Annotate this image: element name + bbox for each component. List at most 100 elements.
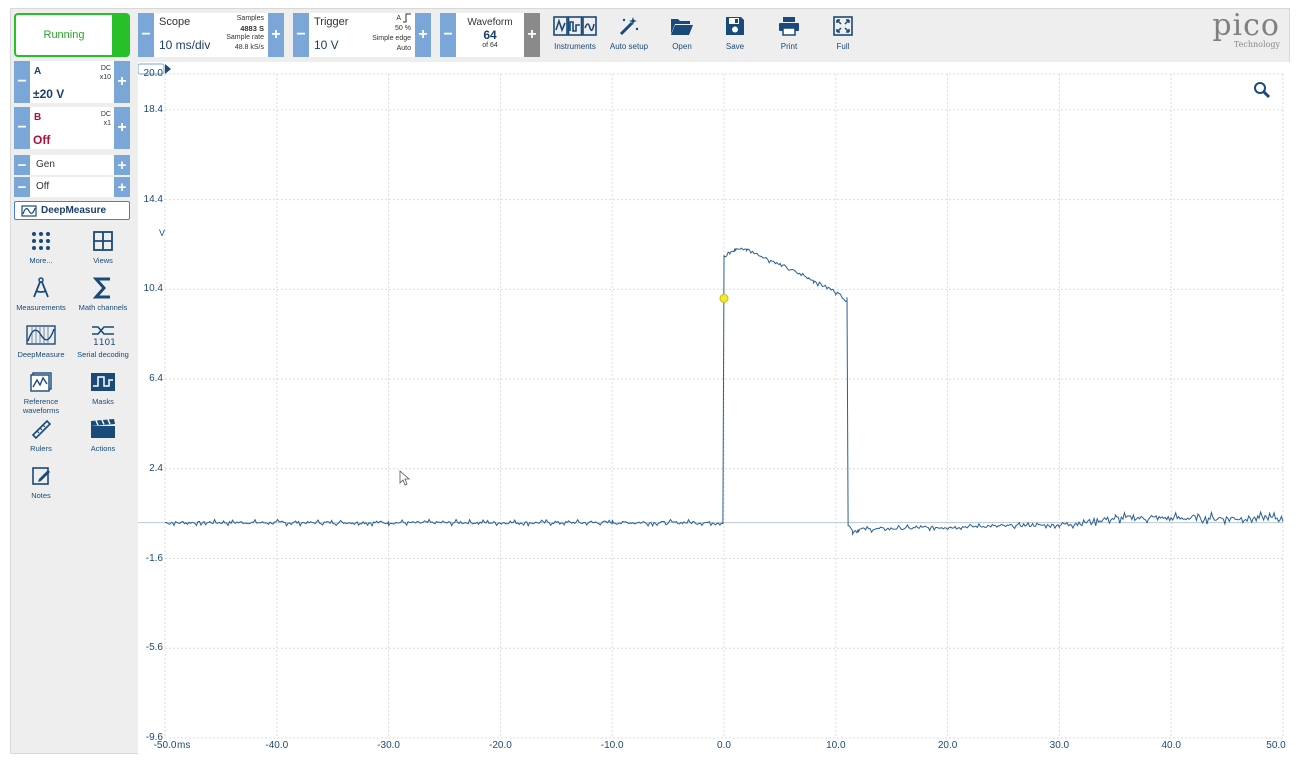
reference-waveforms-button[interactable]: Reference waveforms [10, 369, 72, 415]
y-tick-label: 14.4 [143, 193, 163, 205]
waveform-plot[interactable] [138, 62, 1290, 754]
masks-button[interactable]: Masks [72, 369, 134, 406]
save-button[interactable]: Save [708, 14, 762, 51]
views-grid-icon [72, 228, 134, 254]
channel-b-increase-button[interactable]: + [114, 107, 130, 149]
serial-decoding-button[interactable]: 1101 Serial decoding [72, 322, 134, 359]
notes-icon [10, 463, 72, 489]
open-button[interactable]: Open [655, 14, 709, 51]
timebase-value[interactable]: 10 ms/div [159, 38, 210, 52]
measurements-button[interactable]: Measurements [10, 275, 72, 312]
auto-setup-button[interactable]: Auto setup [602, 14, 656, 51]
channel-a-decrease-button[interactable]: − [14, 61, 30, 103]
channel-b-range[interactable]: Off [33, 133, 50, 147]
actions-button[interactable]: Actions [72, 416, 134, 453]
timebase-increase-button[interactable]: + [268, 13, 284, 57]
waveform-count: of 64 [482, 42, 498, 49]
channel-a-coupling: DC [100, 65, 111, 72]
waveform-next-button[interactable]: + [524, 13, 540, 57]
waveform-control: − Waveform 64 of 64 + [440, 13, 540, 57]
magic-wand-icon [602, 14, 656, 38]
generator-decrease-button[interactable]: − [14, 155, 30, 175]
x-tick-label: 40.0 [1161, 740, 1181, 751]
instruments-button[interactable]: Instruments [548, 14, 602, 51]
trigger-mode: Auto [396, 45, 411, 52]
trigger-level-value[interactable]: 10 V [314, 38, 339, 52]
x-tick-label: 20.0 [937, 740, 958, 751]
deepmeasure-icon [21, 204, 37, 217]
floppy-disk-icon [708, 14, 762, 38]
samples-label: Samples [236, 15, 264, 22]
generator-off-increase-button[interactable]: + [114, 177, 130, 197]
channel-a-increase-button[interactable]: + [114, 61, 130, 103]
waveform-previous-button[interactable]: − [440, 13, 456, 57]
more-button[interactable]: More... [10, 228, 72, 265]
sample-rate-value: 48.8 kS/s [234, 44, 264, 51]
x-tick-label: 50.0 [1266, 740, 1286, 751]
timebase-label: Scope [159, 16, 191, 28]
channel-b-control: − B DC x1 Off + [14, 107, 130, 149]
x-tick-label: 10.0 [826, 740, 846, 751]
ruler-icon [10, 416, 72, 442]
rising-edge-icon [403, 13, 411, 25]
samples-value: 4883 S [240, 24, 264, 33]
generator-value-row: − Off + [14, 177, 130, 197]
x-axis-unit: ms [177, 740, 191, 751]
y-axis-unit: V [159, 228, 166, 238]
trigger-increase-button[interactable]: + [415, 13, 431, 57]
waveform-number[interactable]: 64 [460, 28, 520, 42]
run-indicator [112, 15, 128, 55]
timebase-decrease-button[interactable]: − [138, 13, 154, 57]
instruments-icon [548, 14, 602, 38]
folder-open-icon [655, 14, 709, 38]
print-button[interactable]: Print [762, 14, 816, 51]
channel-a-control: − A DC x10 ±20 V + [14, 61, 130, 103]
clapperboard-icon [72, 416, 134, 442]
full-screen-icon [816, 14, 870, 38]
channel-b-name: B [34, 112, 42, 123]
pico-logo: pico Technology [1212, 8, 1280, 50]
serial-decoding-icon: 1101 [72, 322, 134, 348]
x-tick-label: -20.0 [488, 740, 512, 751]
x-tick-label: -10.0 [600, 740, 624, 751]
generator-off-decrease-button[interactable]: − [14, 177, 30, 197]
deepmeasure-tool-button[interactable]: DeepMeasure [10, 322, 72, 359]
scope-view[interactable] [138, 62, 1290, 754]
trigger-label: Trigger [314, 16, 349, 28]
zoom-icon[interactable] [1254, 82, 1271, 99]
trigger-decrease-button[interactable]: − [293, 13, 309, 57]
mask-icon [72, 369, 134, 395]
compass-icon [10, 275, 72, 301]
trigger-type: Simple edge [372, 35, 411, 42]
generator-label-row: − Gen + [14, 155, 130, 175]
trigger-marker[interactable] [719, 293, 729, 303]
generator-value[interactable]: Off [30, 177, 114, 197]
reference-waveform-icon [10, 369, 72, 395]
more-dots-icon [10, 228, 72, 254]
channel-a-range[interactable]: ±20 V [33, 87, 64, 101]
deepmeasure-button[interactable]: DeepMeasure [14, 201, 130, 220]
y-tick-label: 18.4 [143, 103, 163, 115]
generator-increase-button[interactable]: + [114, 155, 130, 175]
x-tick-label: 30.0 [1049, 740, 1070, 751]
x-tick-label: -40.0 [265, 740, 289, 751]
trigger-channel: A [396, 15, 401, 22]
y-tick-label: 6.4 [149, 373, 163, 385]
channel-a-probe: x10 [99, 74, 111, 81]
channel-b-decrease-button[interactable]: − [14, 107, 30, 149]
waveform-label: Waveform [467, 17, 513, 28]
sigma-icon [72, 275, 134, 301]
rulers-button[interactable]: Rulers [10, 416, 72, 453]
generator-label: Gen [36, 159, 55, 170]
mouse-cursor-icon [399, 470, 411, 486]
math-channels-button[interactable]: Math channels [72, 275, 134, 312]
sample-rate-label: Sample rate [226, 34, 264, 41]
y-tick-label: 10.4 [143, 283, 163, 295]
trigger-control: − Trigger 10 V A 50 % Simple edge Auto + [293, 13, 431, 57]
y-tick-label: -5.6 [145, 642, 163, 654]
run-stop-button[interactable]: Running [14, 13, 130, 57]
full-screen-button[interactable]: Full [816, 14, 870, 51]
notes-button[interactable]: Notes [10, 463, 72, 500]
views-button[interactable]: Views [72, 228, 134, 265]
y-tick-label: 20.0 [143, 68, 163, 79]
